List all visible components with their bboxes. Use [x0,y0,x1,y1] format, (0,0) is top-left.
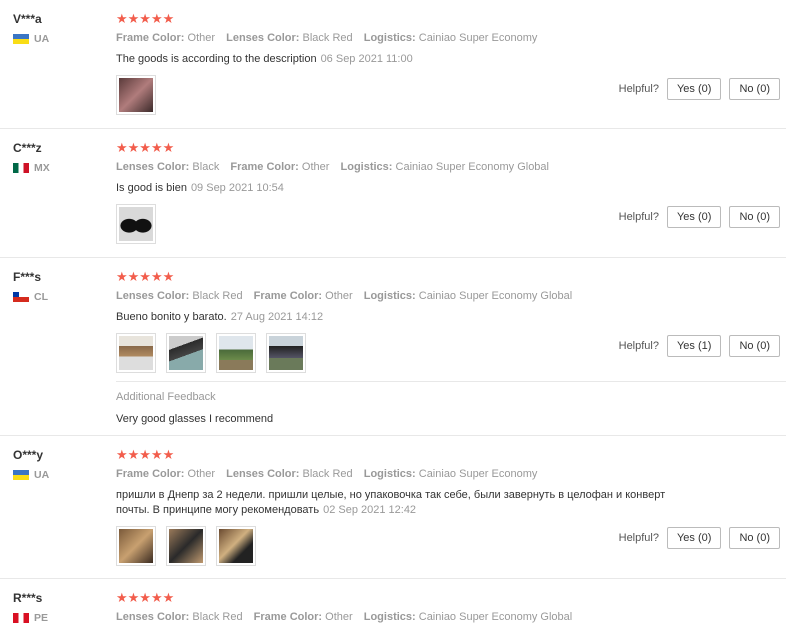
rating-stars-icon: ★★★★★ [116,11,175,26]
country-code: UA [34,33,50,45]
country-code: MX [34,162,50,174]
flag-cl-icon [13,292,29,302]
review-item: O***y UA ★★★★★ Frame Color: Other Lenses… [0,436,786,579]
review-item: R***s PE ★★★★★ Lenses Color: Black Red F… [0,579,786,627]
helpful-controls: Helpful? Yes (0) No (0) [619,78,780,100]
additional-feedback-title: Additional Feedback [116,391,216,403]
review-photo[interactable] [166,333,206,373]
reviewer-country: UA [13,469,49,481]
flag-ua-icon [13,34,29,44]
reviewer-country: PE [13,612,48,624]
reviewer-info: C***z MX [13,141,50,174]
rating-stars-icon: ★★★★★ [116,590,175,605]
helpful-no-button[interactable]: No (0) [729,206,780,228]
helpful-label: Helpful? [618,532,659,544]
country-code: CL [34,291,48,303]
reviewer-name: V***a [13,12,42,26]
review-date: 09 Sep 2021 10:54 [190,182,284,194]
helpful-controls: Helpful? Yes (1) No (0) [619,335,780,357]
order-attributes: Frame Color: Other Lenses Color: Black R… [116,467,786,481]
additional-feedback: Additional Feedback Very good glasses I … [116,381,786,425]
attribute: Logistics: Cainiao Super Economy [363,32,538,44]
reviewer-info: R***s PE [13,591,48,624]
review-item: C***z MX ★★★★★ Lenses Color: Black Frame… [0,129,786,258]
flag-ua-icon [13,470,29,480]
attribute: Logistics: Cainiao Super Economy [363,468,538,480]
additional-feedback-text: Very good glasses I recommend [116,413,274,425]
attribute: Lenses Color: Black Red [116,611,243,623]
flag-mx-icon [13,163,29,173]
attribute: Lenses Color: Black Red [226,468,353,480]
attribute: Logistics: Cainiao Super Economy Global [340,161,550,173]
reviewer-country: UA [13,33,49,45]
helpful-no-button[interactable]: No (0) [729,335,780,357]
rating-stars-icon: ★★★★★ [116,447,175,462]
review-content: ★★★★★ Lenses Color: Black Frame Color: O… [116,141,786,244]
helpful-controls: Helpful? Yes (0) No (0) [619,206,780,228]
attribute: Frame Color: Other [116,468,216,480]
reviewer-country: CL [13,291,48,303]
review-text: пришли в Днепр за 2 недели. пришли целые… [116,489,666,516]
review-photo[interactable] [116,75,156,115]
reviewer-name: F***s [13,270,42,284]
helpful-yes-button[interactable]: Yes (0) [666,527,722,549]
helpful-no-button[interactable]: No (0) [729,527,780,549]
helpful-yes-button[interactable]: Yes (0) [666,78,722,100]
review-date: 27 Aug 2021 14:12 [230,311,324,323]
reviewer-country: MX [13,162,50,174]
review-photo[interactable] [216,526,256,566]
order-attributes: Lenses Color: Black Frame Color: Other L… [116,160,786,174]
reviewer-name: R***s [13,591,43,605]
attribute: Logistics: Cainiao Super Economy Global [363,290,573,302]
review-photo[interactable] [116,333,156,373]
helpful-label: Helpful? [618,83,659,95]
review-text: Bueno bonito y barato. 27 Aug 2021 14:12 [116,311,324,323]
flag-pe-icon [13,613,29,623]
reviewer-name: O***y [13,448,44,462]
helpful-label: Helpful? [618,340,659,352]
attribute: Frame Color: Other [230,161,330,173]
review-photo[interactable] [216,333,256,373]
country-code: UA [34,469,50,481]
review-date: 02 Sep 2021 12:42 [323,504,417,516]
helpful-label: Helpful? [618,211,659,223]
order-attributes: Frame Color: Other Lenses Color: Black R… [116,31,786,45]
review-item: F***s CL ★★★★★ Lenses Color: Black Red F… [0,258,786,436]
rating-stars-icon: ★★★★★ [116,269,175,284]
order-attributes: Lenses Color: Black Red Frame Color: Oth… [116,610,786,624]
attribute: Frame Color: Other [253,611,353,623]
reviewer-info: V***a UA [13,12,49,45]
reviewer-info: F***s CL [13,270,48,303]
attribute: Logistics: Cainiao Super Economy Global [363,611,573,623]
reviewer-name: C***z [13,141,42,155]
helpful-yes-button[interactable]: Yes (0) [666,206,722,228]
review-text: The goods is according to the descriptio… [116,53,413,65]
attribute: Lenses Color: Black [116,161,220,173]
review-photo[interactable] [266,333,306,373]
helpful-yes-button[interactable]: Yes (1) [666,335,722,357]
review-item: V***a UA ★★★★★ Frame Color: Other Lenses… [0,0,786,129]
review-photo[interactable] [116,204,156,244]
review-text: Is good is bien 09 Sep 2021 10:54 [116,182,284,194]
attribute: Lenses Color: Black Red [116,290,243,302]
review-content: ★★★★★ Lenses Color: Black Red Frame Colo… [116,270,786,373]
attribute: Frame Color: Other [116,32,216,44]
attribute: Frame Color: Other [253,290,353,302]
review-content: ★★★★★ Lenses Color: Black Red Frame Colo… [116,591,786,624]
attribute: Lenses Color: Black Red [226,32,353,44]
helpful-no-button[interactable]: No (0) [729,78,780,100]
reviewer-info: O***y UA [13,448,49,481]
review-date: 06 Sep 2021 11:00 [320,53,413,65]
rating-stars-icon: ★★★★★ [116,140,175,155]
country-code: PE [34,612,49,624]
review-photo[interactable] [166,526,206,566]
review-photo[interactable] [116,526,156,566]
order-attributes: Lenses Color: Black Red Frame Color: Oth… [116,289,786,303]
helpful-controls: Helpful? Yes (0) No (0) [619,527,780,549]
